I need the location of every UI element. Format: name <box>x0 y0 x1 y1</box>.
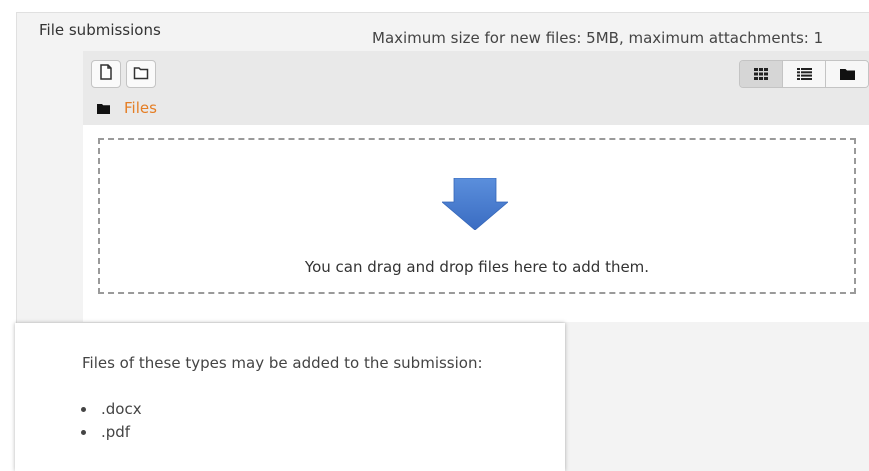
file-icon <box>99 64 113 84</box>
accepted-types-popover: Files of these types may be added to the… <box>15 323 565 471</box>
drop-instructions: You can drag and drop files here to add … <box>304 258 650 276</box>
view-details-button[interactable] <box>783 61 826 87</box>
view-switcher <box>739 60 869 88</box>
folder-outline-icon <box>133 65 149 84</box>
drop-zone[interactable]: You can drag and drop files here to add … <box>98 138 856 294</box>
down-arrow-icon <box>440 177 510 234</box>
path-files-link[interactable]: Files <box>124 99 157 117</box>
file-drop-area: You can drag and drop files here to add … <box>83 125 869 322</box>
list-item: .docx <box>15 398 142 421</box>
create-folder-button[interactable] <box>126 60 156 88</box>
file-type: .pdf <box>101 423 131 441</box>
folder-tree-icon <box>839 65 855 84</box>
field-label: File submissions <box>39 21 161 39</box>
grid-icon <box>754 65 768 84</box>
view-icons-button[interactable] <box>740 61 783 87</box>
list-item: .pdf <box>15 421 142 444</box>
file-type: .docx <box>101 400 142 418</box>
add-file-button[interactable] <box>91 60 121 88</box>
accepted-types-list: .docx .pdf <box>15 398 142 444</box>
bullet <box>81 430 86 435</box>
accepted-types-title: Files of these types may be added to the… <box>82 354 483 372</box>
folder-icon <box>97 99 110 118</box>
file-manager: Files You can drag and drop files here t… <box>83 51 869 322</box>
breadcrumb: Files <box>97 97 157 119</box>
bullet <box>81 407 86 412</box>
list-icon <box>796 65 812 84</box>
max-size-info: Maximum size for new files: 5MB, maximum… <box>372 29 824 47</box>
view-tree-button[interactable] <box>826 61 868 87</box>
